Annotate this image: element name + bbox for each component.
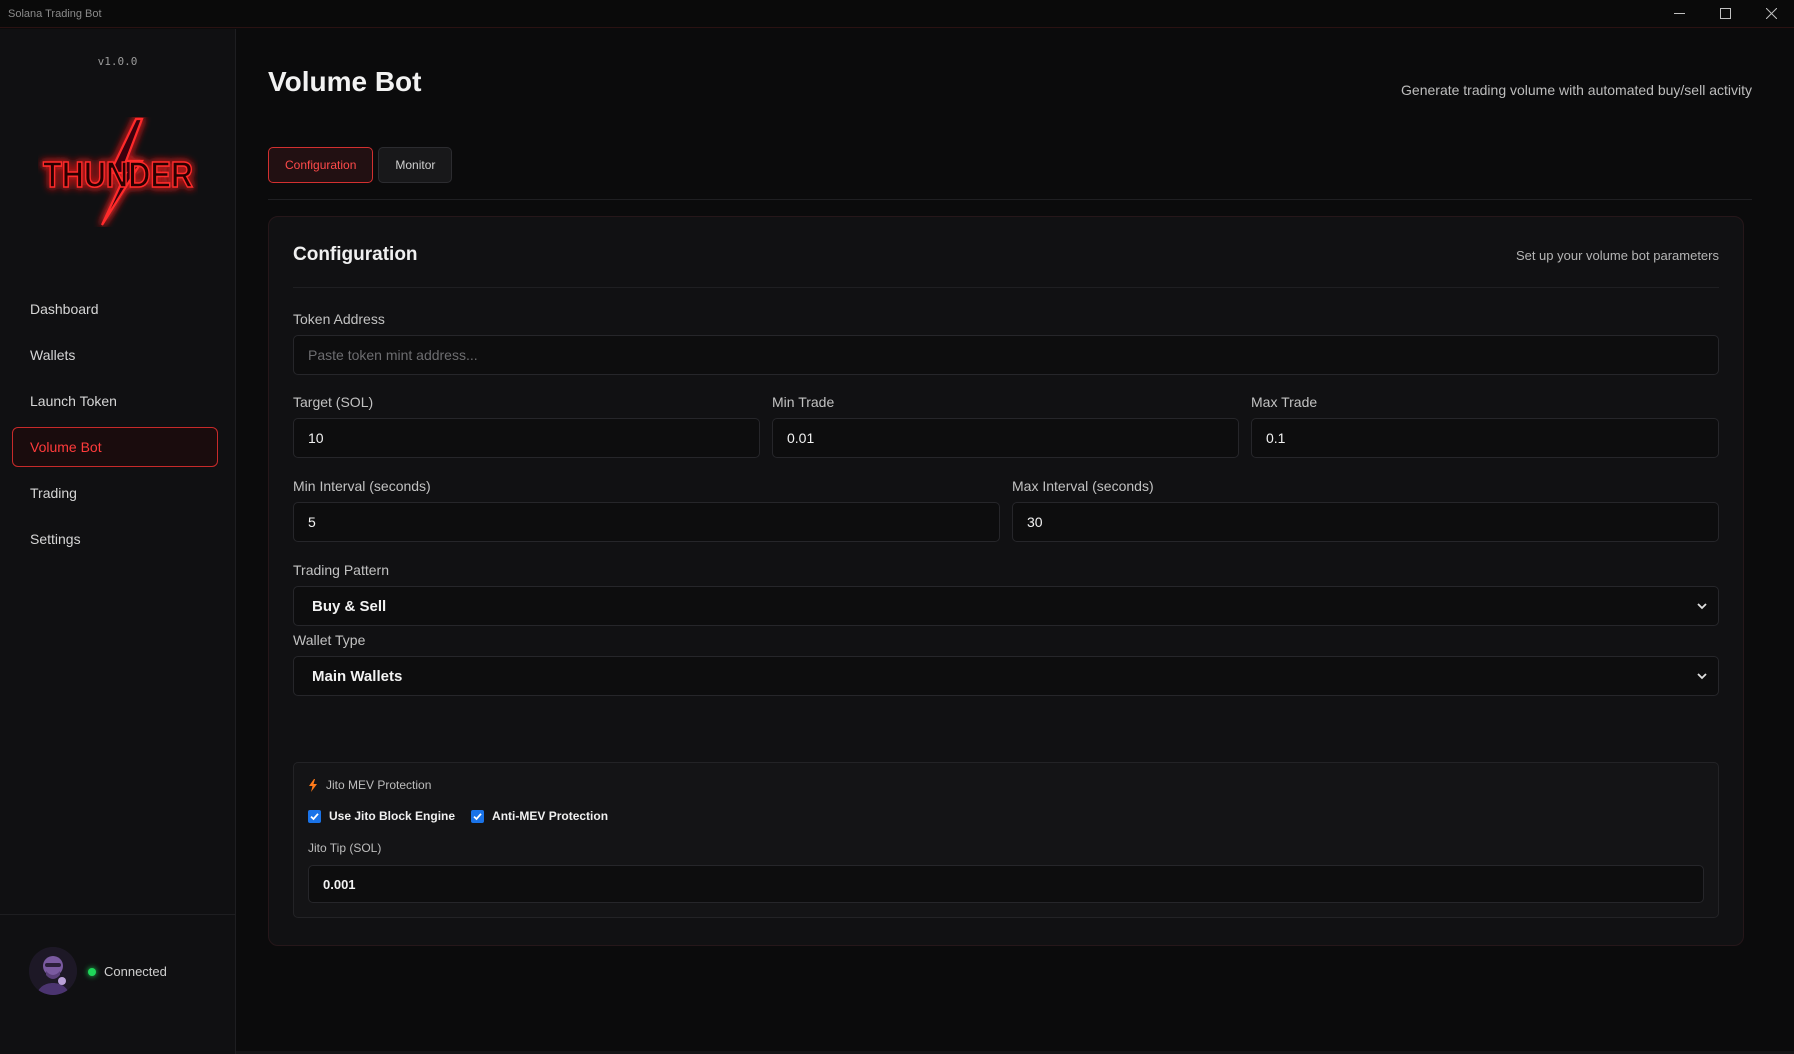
avatar[interactable]: [29, 947, 77, 995]
jito-header: Jito MEV Protection: [308, 778, 431, 792]
use-jito-block-engine-checkbox[interactable]: [308, 809, 321, 823]
page-title: Volume Bot: [268, 66, 422, 97]
window-title: Solana Trading Bot: [8, 7, 102, 20]
jito-title: Jito MEV Protection: [326, 778, 432, 792]
trading-pattern-value: Buy & Sell: [312, 597, 387, 615]
max-trade-label: Max Trade: [1251, 394, 1318, 410]
min-trade-input[interactable]: [772, 418, 1239, 458]
wallet-type-value: Main Wallets: [312, 667, 403, 685]
logo-text: THUNDER: [43, 154, 193, 195]
min-interval-input[interactable]: [293, 502, 1000, 542]
app-version: v1.0.0: [97, 55, 138, 68]
maximize-icon[interactable]: [1702, 0, 1748, 28]
trading-pattern-label: Trading Pattern: [293, 562, 389, 578]
sidebar-item-trading[interactable]: Trading: [12, 473, 218, 513]
connection-status-text: Connected: [104, 964, 167, 979]
sidebar-item-volume-bot[interactable]: Volume Bot: [12, 427, 218, 467]
token-address-input[interactable]: [293, 335, 1719, 375]
wallet-type-label: Wallet Type: [293, 632, 366, 648]
configuration-title: Configuration: [293, 244, 418, 265]
tab-monitor[interactable]: Monitor: [378, 147, 453, 183]
wallet-type-select[interactable]: Main Wallets: [293, 656, 1719, 696]
sidebar-item-launch-token[interactable]: Launch Token: [12, 381, 218, 421]
page-subtitle: Generate trading volume with automated b…: [1401, 82, 1752, 98]
jito-mev-section: Jito MEV Protection Use Jito Block Engin…: [293, 762, 1719, 918]
lightning-icon: [309, 778, 317, 792]
configuration-subtitle: Set up your volume bot parameters: [1515, 248, 1719, 263]
max-trade-input[interactable]: [1251, 418, 1719, 458]
chevron-down-icon: [1697, 603, 1707, 610]
chevron-down-icon: [1697, 673, 1707, 680]
token-address-label: Token Address: [293, 311, 385, 327]
jito-options: Use Jito Block Engine Anti-MEV Protectio…: [308, 809, 624, 823]
target-sol-input[interactable]: [293, 418, 760, 458]
anti-mev-option[interactable]: Anti-MEV Protection: [471, 809, 608, 823]
sidebar: v1.0.0 THUNDER Dashboard Wallets Launch …: [0, 29, 236, 1054]
minimize-icon[interactable]: [1656, 0, 1702, 28]
min-trade-label: Min Trade: [772, 394, 835, 410]
tab-configuration[interactable]: Configuration: [268, 147, 374, 183]
sidebar-nav: Dashboard Wallets Launch Token Volume Bo…: [12, 289, 218, 565]
sidebar-item-settings[interactable]: Settings: [12, 519, 218, 559]
anti-mev-checkbox[interactable]: [471, 809, 485, 823]
connection-status-dot: [88, 968, 96, 976]
tab-bar: Configuration Monitor: [268, 147, 453, 183]
close-icon[interactable]: [1748, 0, 1794, 28]
max-interval-label: Max Interval (seconds): [1012, 478, 1154, 494]
jito-tip-input[interactable]: [308, 865, 1704, 903]
target-sol-label: Target (SOL): [293, 394, 374, 410]
sidebar-item-dashboard[interactable]: Dashboard: [12, 289, 218, 329]
trading-pattern-select[interactable]: Buy & Sell: [293, 586, 1719, 626]
window-titlebar: Solana Trading Bot: [0, 0, 1794, 28]
anti-mev-label: Anti-MEV Protection: [492, 809, 609, 823]
sidebar-item-wallets[interactable]: Wallets: [12, 335, 218, 375]
use-jito-block-engine-option[interactable]: Use Jito Block Engine: [308, 809, 455, 823]
jito-tip-label: Jito Tip (SOL): [308, 841, 382, 855]
thunder-logo: THUNDER: [38, 117, 198, 227]
sidebar-footer: Connected: [0, 914, 235, 1054]
min-interval-label: Min Interval (seconds): [293, 478, 431, 494]
use-jito-block-engine-label: Use Jito Block Engine: [329, 809, 456, 823]
card-divider: [293, 287, 1719, 288]
tabs-divider: [268, 199, 1752, 200]
configuration-card: Configuration Set up your volume bot par…: [268, 216, 1744, 946]
max-interval-input[interactable]: [1012, 502, 1719, 542]
window-controls: [1656, 0, 1794, 28]
